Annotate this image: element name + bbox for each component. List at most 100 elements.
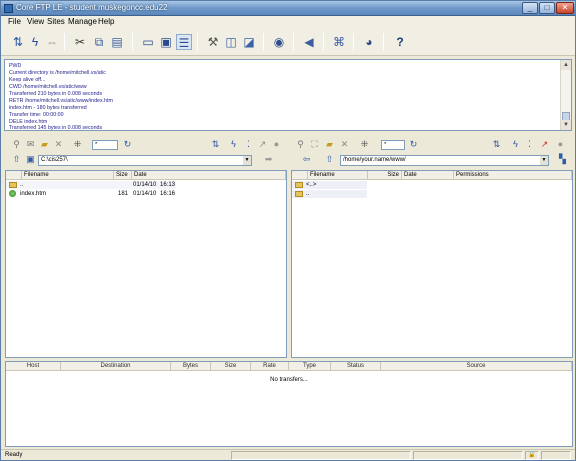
new-folder-icon[interactable]: ▰: [324, 139, 335, 150]
remote-file-list[interactable]: Filename Size Date Permissions <..> ..: [291, 170, 573, 358]
log-line: Transfer time: 00:00:00: [9, 112, 64, 118]
download-icon[interactable]: ϟ: [510, 139, 521, 150]
view-eye-icon[interactable]: ◉: [271, 34, 287, 50]
connect-icon[interactable]: ⇅: [10, 34, 26, 50]
paste-icon[interactable]: ▤: [109, 34, 125, 50]
remote-col-date[interactable]: Date: [402, 171, 454, 180]
transfer-col-status[interactable]: Status: [331, 362, 381, 371]
folder-icon: [295, 191, 303, 197]
refresh-icon[interactable]: ↻: [408, 139, 419, 150]
folder-icon: [295, 182, 303, 188]
window-title: Core FTP LE - student.muskegoncc.edu22: [16, 3, 168, 12]
transfer-mode-icon[interactable]: ⇅: [491, 139, 502, 150]
local-col-filename[interactable]: Filename: [22, 171, 114, 180]
copy-icon[interactable]: ⧉: [91, 34, 107, 50]
new-folder-icon[interactable]: ▰: [39, 139, 50, 150]
table-row[interactable]: index.htm 181 01/14/10 16:16: [6, 190, 176, 198]
sync-icon[interactable]: ⁚: [243, 139, 254, 150]
remote-col-permissions[interactable]: Permissions: [454, 171, 572, 180]
select-icon[interactable]: ⛶: [309, 139, 320, 150]
bookmark-icon[interactable]: ▚: [557, 154, 568, 165]
transfer-col-destination[interactable]: Destination: [61, 362, 171, 371]
list-icon[interactable]: ☰: [176, 34, 192, 50]
find-icon[interactable]: ⚲: [11, 139, 22, 150]
find-icon[interactable]: ⚲: [295, 139, 306, 150]
menu-manage[interactable]: Manage: [68, 17, 97, 26]
minimize-button[interactable]: _: [522, 2, 538, 14]
table-row[interactable]: ..: [292, 190, 367, 198]
transfer-col-host[interactable]: Host: [6, 362, 61, 371]
cut-icon[interactable]: ✂: [72, 34, 88, 50]
parent-folder-icon[interactable]: ⇧: [324, 154, 335, 165]
settings-icon[interactable]: ⚒: [205, 34, 221, 50]
local-col-date[interactable]: Date: [132, 171, 286, 180]
remote-path-text: /home/your.name/www/: [343, 157, 406, 163]
log-line: index.htm - 180 bytes transferred: [9, 105, 87, 111]
remote-path-combo[interactable]: /home/your.name/www/ ▼: [340, 155, 549, 166]
close-button[interactable]: ✕: [556, 2, 574, 14]
transfer-col-type[interactable]: Type: [289, 362, 331, 371]
tools-icon[interactable]: ⌘: [331, 34, 347, 50]
back-arrow-icon[interactable]: ⇦: [301, 154, 312, 165]
stop-circle-icon[interactable]: ●: [271, 139, 282, 150]
disconnect-icon[interactable]: ⇔: [44, 34, 60, 50]
transfer-mode-icon[interactable]: ⇅: [210, 139, 221, 150]
local-drive-icon[interactable]: ▣: [25, 154, 36, 165]
col-icon[interactable]: [292, 171, 308, 180]
help-icon[interactable]: ?: [392, 34, 408, 50]
menu-file[interactable]: File: [8, 17, 21, 26]
sync-icon[interactable]: ⁚: [524, 139, 535, 150]
local-filter-input[interactable]: [92, 140, 118, 150]
mail-icon[interactable]: ✉: [25, 139, 36, 150]
scroll-down-icon[interactable]: ▼: [561, 120, 571, 130]
transfer-col-size[interactable]: Size: [211, 362, 251, 371]
local-col-size[interactable]: Size: [114, 171, 132, 180]
local-path-combo[interactable]: C:\cis257\ ▼: [38, 155, 252, 166]
refresh-icon[interactable]: ↻: [122, 139, 133, 150]
log-scrollbar[interactable]: ▲ ▼: [560, 60, 571, 130]
edit-icon[interactable]: ▣: [158, 34, 174, 50]
filter-icon[interactable]: ⁜: [72, 139, 83, 150]
resize-grip-icon[interactable]: [541, 451, 571, 460]
stop-icon[interactable]: ◕: [361, 34, 377, 50]
log-panel[interactable]: PWD Current directory is /home/mitchell.…: [4, 59, 572, 131]
queue-icon[interactable]: ◪: [241, 34, 257, 50]
main-toolbar: ⇅ ϟ ⇔ ✂ ⧉ ▤ ▭ ▣ ☰ ⚒ ◫ ◪ ◉ ◀ ⌘ ◕ ?: [1, 28, 575, 56]
app-window: Core FTP LE - student.muskegoncc.edu22 _…: [0, 0, 576, 461]
scroll-up-icon[interactable]: ▲: [561, 60, 571, 70]
remote-col-size[interactable]: Size: [368, 171, 402, 180]
go-arrow-icon[interactable]: ➡: [263, 154, 274, 165]
menu-view[interactable]: View: [27, 17, 44, 26]
move-icon[interactable]: ↗: [257, 139, 268, 150]
table-row[interactable]: .. 01/14/10 16:13: [6, 181, 176, 189]
remote-col-filename[interactable]: Filename: [308, 171, 368, 180]
transfer-col-bytes[interactable]: Bytes: [171, 362, 211, 371]
col-icon[interactable]: [6, 171, 22, 180]
remote-move-icon[interactable]: ↗: [539, 139, 550, 150]
table-row[interactable]: <..>: [292, 181, 367, 189]
site-manager-icon[interactable]: ◫: [223, 34, 239, 50]
transfer-queue[interactable]: Host Destination Bytes Size Rate Type St…: [5, 361, 573, 447]
sound-icon[interactable]: ◀: [301, 34, 317, 50]
menu-sites[interactable]: Sites: [47, 17, 65, 26]
transfer-col-rate[interactable]: Rate: [251, 362, 289, 371]
delete-icon[interactable]: ✕: [339, 139, 350, 150]
chevron-down-icon[interactable]: ▼: [243, 156, 251, 165]
filter-icon[interactable]: ⁜: [359, 139, 370, 150]
parent-folder-icon[interactable]: ⇧: [11, 154, 22, 165]
quick-connect-icon[interactable]: ϟ: [27, 34, 43, 50]
view-icon[interactable]: ▭: [140, 34, 156, 50]
title-bar[interactable]: Core FTP LE - student.muskegoncc.edu22 _…: [1, 1, 575, 16]
delete-icon[interactable]: ✕: [53, 139, 64, 150]
chevron-down-icon[interactable]: ▼: [540, 156, 548, 165]
menu-help[interactable]: Help: [98, 17, 114, 26]
log-line: PWD: [9, 63, 22, 69]
maximize-button[interactable]: □: [539, 2, 555, 14]
transfer-col-source[interactable]: Source: [381, 362, 572, 371]
remote-path-row: ⇦ ⇧ /home/your.name/www/ ▼ ▚: [291, 154, 573, 168]
remote-filter-input[interactable]: [381, 140, 405, 150]
local-file-list[interactable]: Filename Size Date .. 01/14/10 16:13 ind…: [5, 170, 287, 358]
upload-icon[interactable]: ϟ: [228, 139, 239, 150]
menu-bar: File View Sites Manage Help: [1, 16, 575, 28]
stop-circle-icon[interactable]: ●: [555, 139, 566, 150]
